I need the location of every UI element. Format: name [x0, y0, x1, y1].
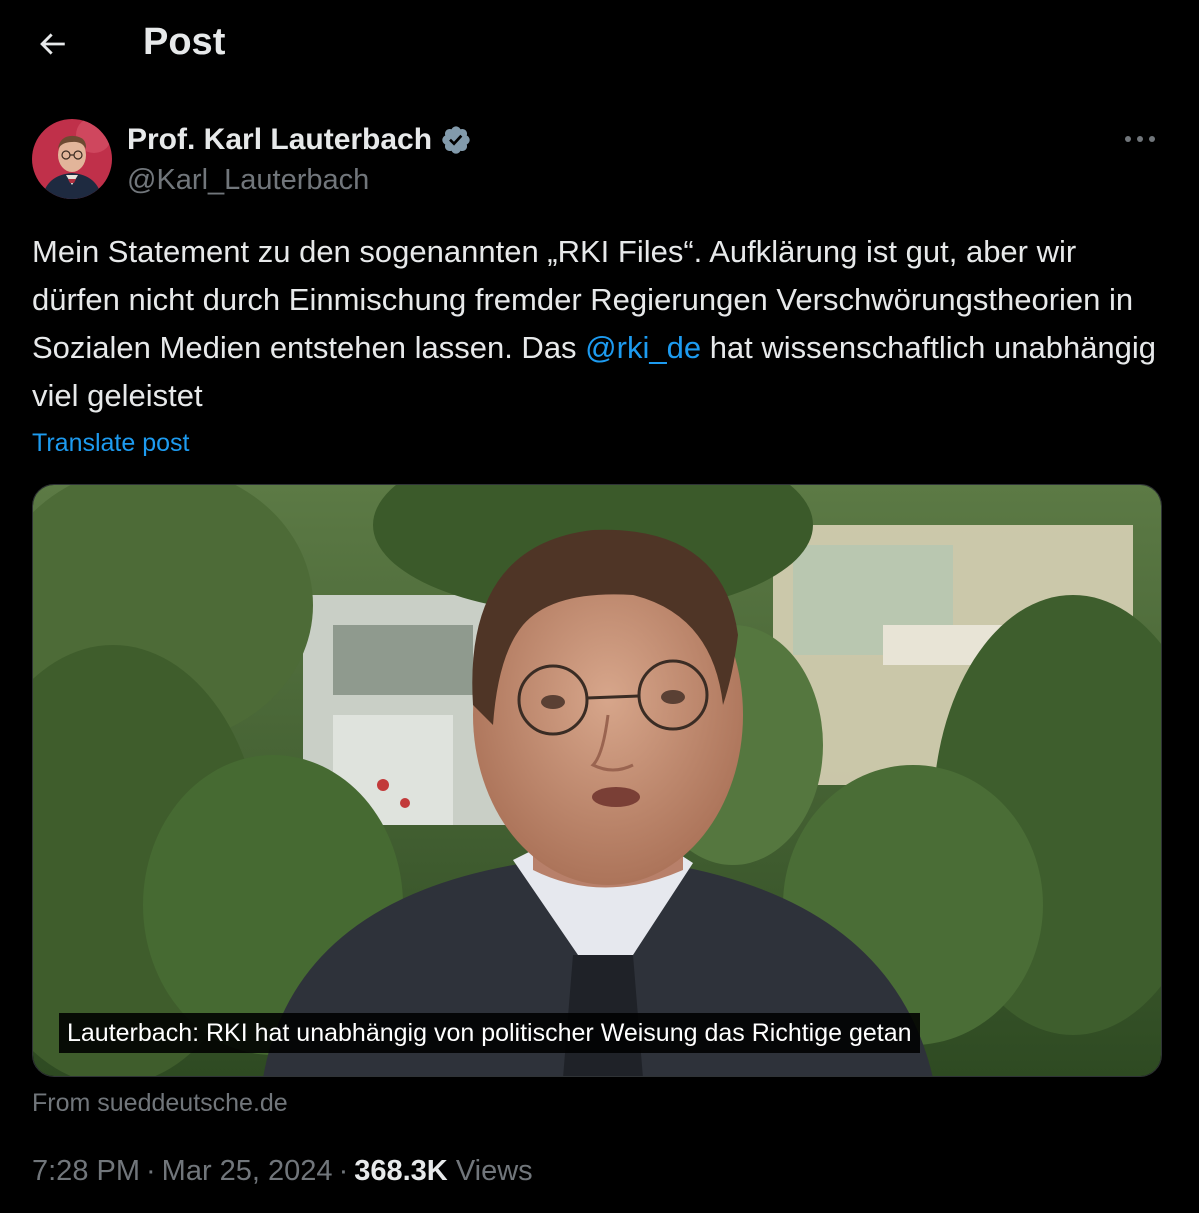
- page-title: Post: [143, 21, 226, 63]
- post-text: Mein Statement zu den sogenannten „RKI F…: [32, 228, 1172, 420]
- verified-badge-icon: [442, 126, 470, 154]
- meta-separator: ·: [146, 1155, 156, 1187]
- arrow-left-icon: [40, 33, 65, 55]
- views-label: Views: [455, 1155, 533, 1187]
- avatar[interactable]: [32, 119, 112, 199]
- media-source-link[interactable]: From sueddeutsche.de: [32, 1086, 288, 1120]
- header-bar: Post: [0, 0, 1199, 86]
- views-count: 368.3K: [354, 1155, 448, 1187]
- author-name[interactable]: Prof. Karl Lauterbach: [127, 121, 472, 159]
- mention-link[interactable]: @rki_de: [585, 330, 701, 365]
- post-meta: 7:28 PM · Mar 25, 2024 · 368.3K Views: [32, 1150, 533, 1192]
- more-options-button[interactable]: [1116, 122, 1164, 156]
- post-time[interactable]: 7:28 PM: [32, 1155, 140, 1187]
- video-caption: Lauterbach: RKI hat unabhängig von polit…: [59, 1013, 920, 1053]
- translate-post-link[interactable]: Translate post: [32, 425, 189, 461]
- post-date[interactable]: Mar 25, 2024: [162, 1155, 333, 1187]
- video-preview[interactable]: Lauterbach: RKI hat unabhängig von polit…: [32, 484, 1162, 1077]
- video-frame-image: [33, 485, 1161, 1076]
- meta-separator: ·: [338, 1155, 349, 1187]
- author-name-label: Prof. Karl Lauterbach: [127, 123, 433, 156]
- author-handle[interactable]: @Karl_Lauterbach: [127, 161, 369, 199]
- back-button[interactable]: [30, 22, 74, 66]
- more-dots-icon: [1125, 136, 1155, 142]
